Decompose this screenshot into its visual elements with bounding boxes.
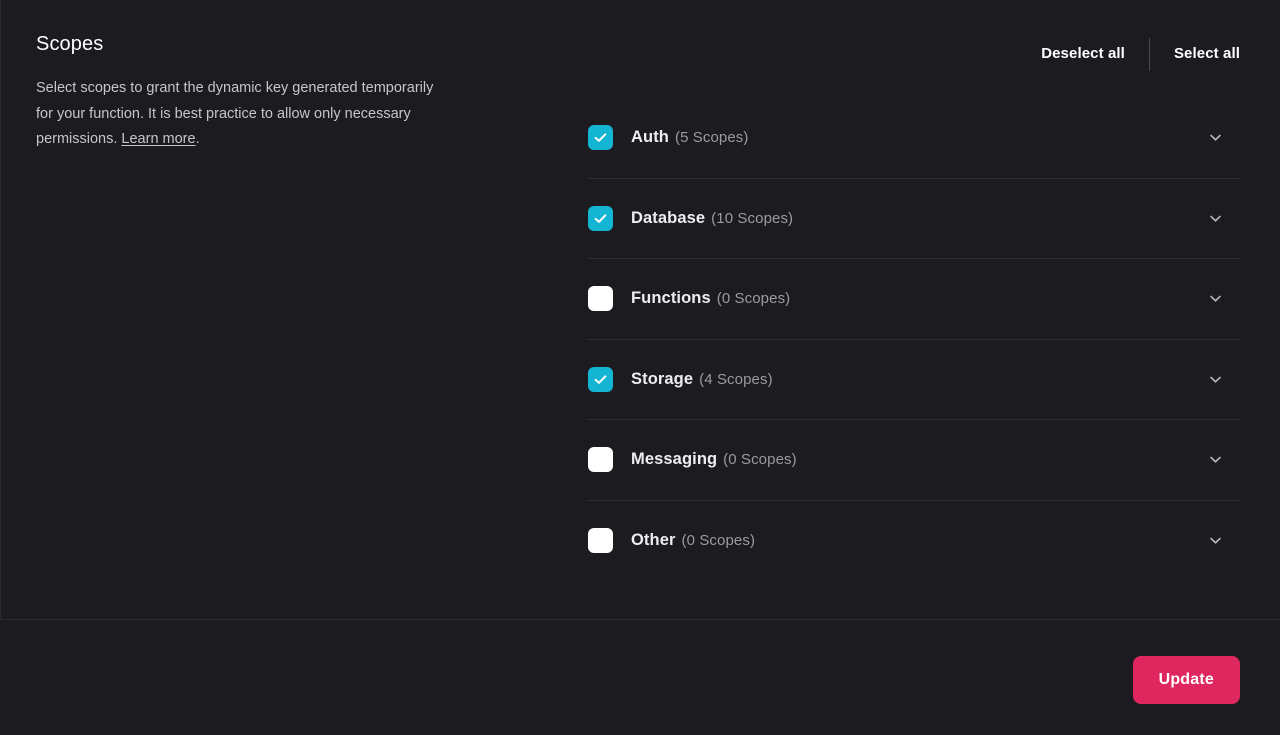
checkbox-checked-icon[interactable]: [588, 205, 613, 231]
deselect-all-button[interactable]: Deselect all: [1017, 38, 1149, 70]
scopes-intro: Scopes Select scopes to grant the dynami…: [36, 30, 456, 153]
checkbox-checked-icon[interactable]: [588, 124, 613, 150]
scope-row-other[interactable]: Other (0 Scopes): [588, 499, 1240, 581]
select-all-button[interactable]: Select all: [1150, 38, 1240, 70]
scope-name: Storage: [631, 369, 694, 388]
scopes-body: Scopes Select scopes to grant the dynami…: [0, 0, 1280, 620]
scope-row-database[interactable]: Database (10 Scopes): [588, 177, 1240, 259]
scope-name: Functions: [631, 289, 711, 308]
scope-count: (10 Scopes): [711, 209, 794, 227]
chevron-down-icon[interactable]: [1205, 289, 1225, 309]
scope-count: (0 Scopes): [681, 531, 756, 549]
chevron-down-icon[interactable]: [1205, 369, 1225, 389]
scope-count: (0 Scopes): [723, 451, 797, 469]
learn-more-link[interactable]: Learn more: [121, 131, 195, 147]
checkbox-unchecked-icon[interactable]: [588, 447, 613, 473]
scope-name: Database: [631, 208, 706, 227]
checkbox-checked-icon[interactable]: [588, 366, 613, 392]
chevron-down-icon[interactable]: [1205, 450, 1225, 470]
chevron-down-icon[interactable]: [1205, 127, 1225, 147]
scope-count: (0 Scopes): [716, 290, 791, 308]
checkbox-unchecked-icon[interactable]: [588, 286, 613, 312]
chevron-down-icon[interactable]: [1205, 208, 1225, 228]
scopes-page: Scopes Select scopes to grant the dynami…: [0, 0, 1280, 735]
description-text-part-1: Select scopes to grant the dynamic key g…: [36, 80, 434, 147]
scope-row-storage[interactable]: Storage (4 Scopes): [588, 338, 1240, 420]
bulk-selection-actions: Deselect all Select all: [1017, 37, 1240, 71]
scopes-description: Select scopes to grant the dynamic key g…: [36, 76, 441, 153]
scope-row-auth[interactable]: Auth (5 Scopes): [588, 97, 1240, 178]
scope-name: Auth: [631, 127, 669, 146]
scope-name: Other: [631, 530, 676, 549]
form-footer: Update: [0, 620, 1280, 735]
chevron-down-icon[interactable]: [1205, 530, 1225, 550]
scope-count: (5 Scopes): [674, 128, 749, 146]
update-button[interactable]: Update: [1132, 656, 1240, 704]
scope-name: Messaging: [631, 450, 718, 469]
checkbox-unchecked-icon[interactable]: [588, 527, 613, 553]
scope-row-functions[interactable]: Functions (0 Scopes): [588, 258, 1240, 339]
scopes-list: Auth (5 Scopes) Database (10 Scopes) Functio…: [588, 97, 1240, 580]
scope-count: (4 Scopes): [699, 370, 773, 388]
page-title: Scopes: [36, 33, 104, 55]
description-text-part-2: .: [195, 131, 200, 147]
scope-row-messaging[interactable]: Messaging (0 Scopes): [588, 419, 1240, 500]
